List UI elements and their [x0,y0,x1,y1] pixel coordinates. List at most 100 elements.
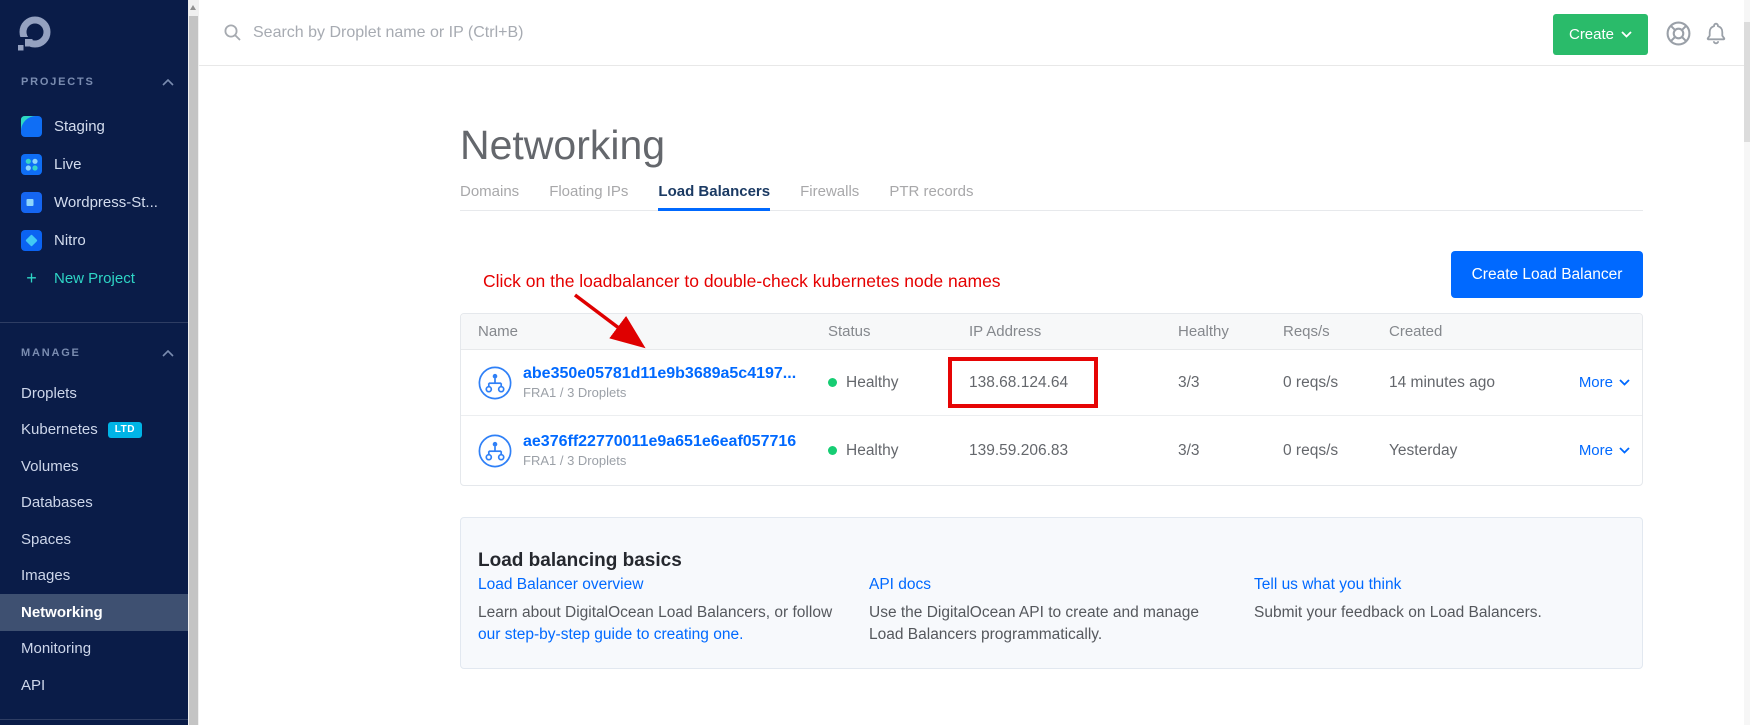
manage-label: Images [21,567,70,584]
tab-bar: Domains Floating IPs Load Balancers Fire… [460,183,1643,211]
search-icon [223,23,242,42]
help-button[interactable] [1664,19,1692,47]
create-button[interactable]: Create [1553,14,1648,55]
more-label: More [1579,442,1613,459]
column-header-reqs: Reqs/s [1283,323,1389,340]
new-project-button[interactable]: + New Project [0,259,188,297]
loadbalancer-name-link[interactable]: abe350e05781d11e9b3689a5c4197... [523,365,796,382]
create-load-balancer-button[interactable]: Create Load Balancer [1451,251,1643,298]
ip-address: 139.59.206.83 [969,442,1178,460]
tab-firewalls[interactable]: Firewalls [800,183,859,210]
sidebar-item-images[interactable]: Images [0,558,188,595]
tab-domains[interactable]: Domains [460,183,519,210]
digitalocean-logo-icon[interactable] [13,15,53,58]
sidebar-scrollbar[interactable] [188,0,199,725]
sidebar-item-databases[interactable]: Databases [0,485,188,522]
projects-section-header[interactable]: PROJECTS [21,76,174,88]
window-scrollbar[interactable] [1744,0,1750,725]
annotation-arrow [565,287,675,367]
search-input[interactable]: Search by Droplet name or IP (Ctrl+B) [223,0,523,65]
basics-column-feedback: Tell us what you think Submit your feedb… [1254,576,1632,646]
manage-label: API [21,677,45,694]
more-menu-button[interactable]: More [1579,442,1630,459]
project-label: Wordpress-St... [54,194,158,211]
project-live-icon [21,154,42,175]
project-label: Staging [54,118,105,135]
basics-text: Learn about DigitalOcean Load Balancers,… [478,604,832,621]
manage-label: Databases [21,494,93,511]
sidebar-item-spaces[interactable]: Spaces [0,521,188,558]
project-nitro-icon [21,230,42,251]
manage-label: Kubernetes [21,421,98,438]
load-balancing-basics-panel: Load balancing basics Load Balancer over… [460,517,1643,669]
annotation-note: Click on the loadbalancer to double-chec… [483,271,1001,292]
basics-title: Load balancing basics [478,550,682,572]
basics-text: Use the DigitalOcean API to create and m… [869,602,1224,646]
feedback-link[interactable]: Tell us what you think [1254,576,1401,593]
sidebar: PROJECTS Staging [0,0,188,725]
load-balancer-overview-link[interactable]: Load Balancer overview [478,576,643,593]
sidebar-divider [0,719,188,720]
create-button-label: Create [1569,26,1614,43]
basics-text: Submit your feedback on Load Balancers. [1254,602,1609,624]
tab-floating-ips[interactable]: Floating IPs [549,183,628,210]
project-label: Live [54,156,82,173]
sidebar-item-kubernetes[interactable]: Kubernetes LTD [0,412,188,449]
requests-per-second: 0 reqs/s [1283,374,1389,392]
sidebar-scrollbar-thumb[interactable] [189,16,198,725]
projects-list: Staging Live Wordpress-St... [0,107,188,297]
api-docs-link[interactable]: API docs [869,576,931,593]
created-time: 14 minutes ago [1389,374,1568,392]
scroll-up-arrow-icon[interactable] [190,5,196,10]
basics-column-overview: Load Balancer overview Learn about Digit… [478,576,869,646]
step-by-step-guide-link[interactable]: our step-by-step guide to creating one. [478,626,743,643]
manage-label: Monitoring [21,640,91,657]
table-row[interactable]: ae376ff22770011e9a651e6eaf057716 FRA1 / … [461,415,1642,485]
chevron-down-icon [1621,31,1632,38]
annotation-highlight-box [948,357,1098,408]
projects-section-label: PROJECTS [21,76,95,88]
column-header-status: Status [828,323,969,340]
sidebar-divider [0,322,188,323]
tab-load-balancers[interactable]: Load Balancers [658,183,770,210]
lifebuoy-icon [1665,20,1692,47]
column-header-created: Created [1389,323,1568,340]
manage-label: Droplets [21,385,77,402]
loadbalancer-node-tree-icon [478,434,512,468]
manage-label: Spaces [21,531,71,548]
new-project-label: New Project [54,270,135,287]
manage-section-header[interactable]: MANAGE [21,347,174,359]
bell-icon [1703,20,1729,47]
loadbalancer-node-tree-icon [478,366,512,400]
healthy-count: 3/3 [1178,442,1283,460]
column-header-ip: IP Address [969,323,1178,340]
sidebar-item-networking[interactable]: Networking [0,594,188,631]
tab-ptr-records[interactable]: PTR records [889,183,973,210]
status-dot [828,446,837,455]
ltd-badge: LTD [108,422,142,438]
manage-label: Volumes [21,458,79,475]
chevron-up-icon [162,350,174,357]
column-header-healthy: Healthy [1178,323,1283,340]
window-scrollbar-thumb[interactable] [1744,22,1750,142]
healthy-count: 3/3 [1178,374,1283,392]
sidebar-item-staging[interactable]: Staging [0,107,188,145]
sidebar-item-live[interactable]: Live [0,145,188,183]
manage-section-label: MANAGE [21,347,81,359]
basics-column-api: API docs Use the DigitalOcean API to cre… [869,576,1254,646]
notifications-button[interactable] [1702,19,1730,47]
project-staging-icon [21,116,42,137]
sidebar-item-wordpress[interactable]: Wordpress-St... [0,183,188,221]
loadbalancer-region: FRA1 / 3 Droplets [523,385,796,400]
manage-list: Droplets Kubernetes LTD Volumes Database… [0,375,188,704]
sidebar-item-api[interactable]: API [0,667,188,704]
created-time: Yesterday [1389,442,1568,460]
sidebar-item-nitro[interactable]: Nitro [0,221,188,259]
sidebar-item-volumes[interactable]: Volumes [0,448,188,485]
sidebar-item-monitoring[interactable]: Monitoring [0,631,188,668]
more-menu-button[interactable]: More [1579,374,1630,391]
sidebar-item-droplets[interactable]: Droplets [0,375,188,412]
loadbalancer-region: FRA1 / 3 Droplets [523,453,796,468]
loadbalancer-name-link[interactable]: ae376ff22770011e9a651e6eaf057716 [523,433,796,450]
status-label: Healthy [846,374,899,392]
